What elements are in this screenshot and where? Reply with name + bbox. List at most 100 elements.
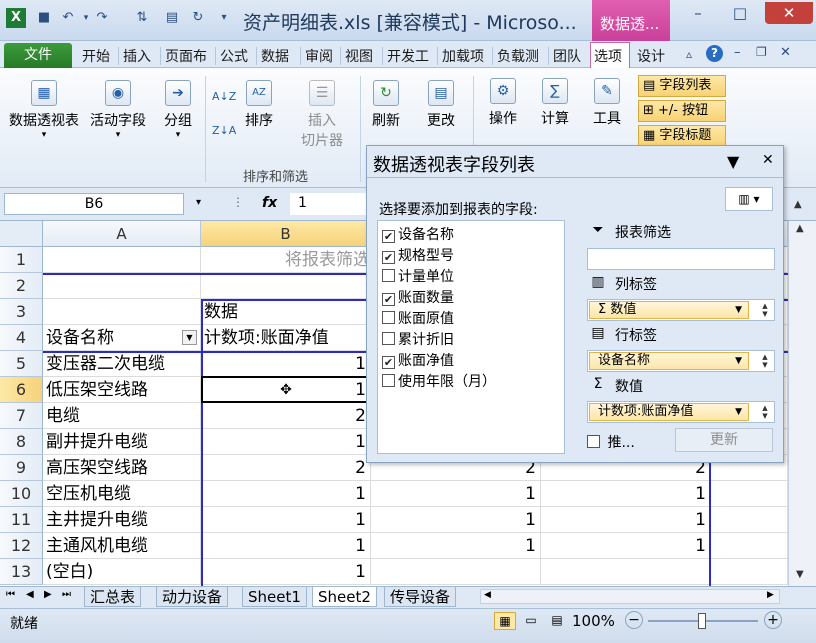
doc-restore-icon[interactable]: ❐	[756, 45, 767, 59]
actions-button[interactable]: ⚙ 操作	[480, 78, 526, 128]
refresh-qat-icon[interactable]: ↻	[190, 10, 206, 26]
filter-qat-icon[interactable]: ▤	[164, 10, 180, 26]
cell-b13[interactable]: 1	[201, 559, 371, 585]
row-header-11[interactable]: 11	[0, 507, 43, 533]
row-header-6[interactable]: 6	[0, 377, 43, 403]
tab-review[interactable]: 审阅	[305, 46, 333, 66]
cell-d10[interactable]: 1	[541, 481, 711, 507]
sheet-tab[interactable]: 汇总表	[84, 587, 142, 607]
pivot-field-list-pane[interactable]: 数据透视表字段列表 ▼ ✕ ▥ ▾ 选择要添加到报表的字段: ✔ 设备名称 ✔ 规格型…	[366, 145, 784, 463]
tab-addins[interactable]: 加载项	[442, 46, 484, 66]
zoom-in-button[interactable]: +	[764, 611, 782, 629]
field-list-layout-button[interactable]: ▥ ▾	[725, 187, 773, 211]
first-sheet-icon[interactable]: ⏮	[6, 589, 15, 600]
row-header-3[interactable]: 3	[0, 299, 43, 325]
undo-dropdown-icon[interactable]: ▾	[78, 10, 94, 26]
plus-minus-buttons-toggle[interactable]: ⊞ +/- 按钮	[638, 100, 726, 122]
cell-e12[interactable]	[711, 533, 788, 559]
cell-a1[interactable]	[43, 247, 201, 273]
next-sheet-icon[interactable]: ▶	[44, 589, 52, 600]
zoom-out-button[interactable]: −	[625, 611, 643, 629]
checkbox-unchecked-icon[interactable]	[382, 269, 395, 282]
values-zone[interactable]: 计数项:账面净值 ▼ ▲ ▼	[587, 401, 775, 423]
checkbox-unchecked-icon[interactable]	[382, 332, 395, 345]
column-header-a[interactable]: A	[43, 221, 201, 247]
horizontal-scrollbar[interactable]: ◀ ▶	[480, 589, 780, 604]
cell-b11[interactable]: 1	[201, 507, 371, 533]
row-header-10[interactable]: 10	[0, 481, 43, 507]
cell-b4[interactable]: 计数项:账面净值	[201, 325, 371, 351]
cell-c12[interactable]: 1	[371, 533, 541, 559]
field-item[interactable]: ✔ 规格型号	[382, 246, 454, 267]
cell-d12[interactable]: 1	[541, 533, 711, 559]
cell-a12[interactable]: 主通风机电缆	[43, 533, 201, 559]
sheet-tab-active[interactable]: Sheet2	[312, 587, 377, 607]
doc-close-icon[interactable]: ✕	[780, 45, 791, 60]
checkbox-box[interactable]	[587, 435, 600, 448]
cell-a13[interactable]: (空白)	[43, 559, 201, 585]
tab-formulas[interactable]: 公式	[220, 46, 248, 66]
row-header-8[interactable]: 8	[0, 429, 43, 455]
zoom-slider-thumb[interactable]	[698, 613, 706, 629]
last-sheet-icon[interactable]: ⏭	[62, 589, 71, 600]
tab-insert[interactable]: 插入	[123, 46, 151, 66]
tools-button[interactable]: ✎ 工具	[584, 78, 630, 128]
change-data-source-button[interactable]: ▤ 更改	[418, 80, 464, 130]
row-header-12[interactable]: 12	[0, 533, 43, 559]
ribbon-collapse-icon[interactable]: ▵	[686, 47, 692, 61]
tab-view[interactable]: 视图	[345, 46, 373, 66]
checkbox-checked-icon[interactable]: ✔	[382, 293, 395, 306]
active-field-button[interactable]: ◉ 活动字段 ▾	[86, 80, 150, 140]
cell-b1[interactable]: 将报表筛选	[201, 247, 371, 273]
sort-button[interactable]: AZ 排序	[240, 80, 278, 130]
group-button[interactable]: ➔ 分组 ▾	[156, 80, 200, 140]
cell-b2[interactable]	[201, 273, 371, 299]
undo-icon[interactable]: ↶	[60, 10, 76, 26]
scroll-down-icon[interactable]: ▼	[796, 569, 804, 580]
close-button[interactable]: ✕	[765, 2, 813, 24]
field-item[interactable]: 使用年限（月）	[382, 372, 496, 393]
cell-a7[interactable]: 电缆	[43, 403, 201, 429]
sort-ascending-icon[interactable]: A↓Z	[212, 90, 236, 103]
row-field-item[interactable]: 设备名称 ▼	[589, 352, 749, 370]
field-item[interactable]: ✔ 设备名称	[382, 225, 454, 246]
column-values-item[interactable]: Σ 数值 ▼	[589, 301, 749, 319]
cell-b9[interactable]: 2	[201, 455, 371, 481]
tab-load-test[interactable]: 负载测	[497, 46, 539, 66]
report-filter-zone[interactable]	[587, 248, 775, 270]
insert-slicer-button[interactable]: ☰ 插入 切片器	[292, 80, 352, 150]
maximize-button[interactable]: □	[722, 2, 758, 24]
row-header-2[interactable]: 2	[0, 273, 43, 299]
name-box[interactable]: B6	[4, 193, 184, 215]
refresh-button[interactable]: ↻ 刷新	[366, 80, 406, 130]
cell-b7[interactable]: 2	[201, 403, 371, 429]
cell-e11[interactable]	[711, 507, 788, 533]
minimize-button[interactable]: –	[680, 2, 716, 24]
row-header-9[interactable]: 9	[0, 455, 43, 481]
tab-file[interactable]: 文件	[4, 43, 72, 68]
field-list-toggle[interactable]: ▤ 字段列表	[638, 75, 726, 97]
help-icon[interactable]: ?	[706, 45, 723, 62]
sheet-tab[interactable]: 动力设备	[156, 587, 229, 607]
tab-page-layout[interactable]: 页面布	[165, 46, 207, 66]
pane-options-icon[interactable]: ▼	[727, 152, 739, 171]
field-checklist[interactable]: ✔ 设备名称 ✔ 规格型号 计量单位 ✔ 账面数量 账面原值 累计折旧 ✔ 账面净值 使用年限（月）	[377, 220, 565, 454]
scroll-right-icon[interactable]: ▶	[767, 590, 774, 600]
cell-a6[interactable]: 低压架空线路	[43, 377, 201, 403]
sheet-tab[interactable]: 传导设备	[384, 587, 457, 607]
row-label-filter-dropdown-icon[interactable]: ▼	[182, 330, 197, 345]
checkbox-unchecked-icon[interactable]	[382, 374, 395, 387]
insert-function-icon[interactable]: fx	[262, 195, 277, 211]
cell-c10[interactable]: 1	[371, 481, 541, 507]
cell-d13[interactable]	[541, 559, 711, 585]
tab-design[interactable]: 设计	[637, 46, 665, 66]
scroll-spinner-icon[interactable]: ▲ ▼	[758, 353, 772, 369]
update-button[interactable]: 更新	[675, 428, 773, 452]
pane-close-icon[interactable]: ✕	[762, 152, 774, 168]
checkbox-checked-icon[interactable]: ✔	[382, 356, 395, 369]
vertical-scrollbar[interactable]: ▲ ▼	[788, 221, 816, 586]
redo-icon[interactable]: ↷	[94, 10, 110, 26]
cell-e13[interactable]	[711, 559, 788, 585]
tab-data[interactable]: 数据	[261, 46, 289, 66]
page-break-view-icon[interactable]: ▤	[546, 612, 568, 630]
